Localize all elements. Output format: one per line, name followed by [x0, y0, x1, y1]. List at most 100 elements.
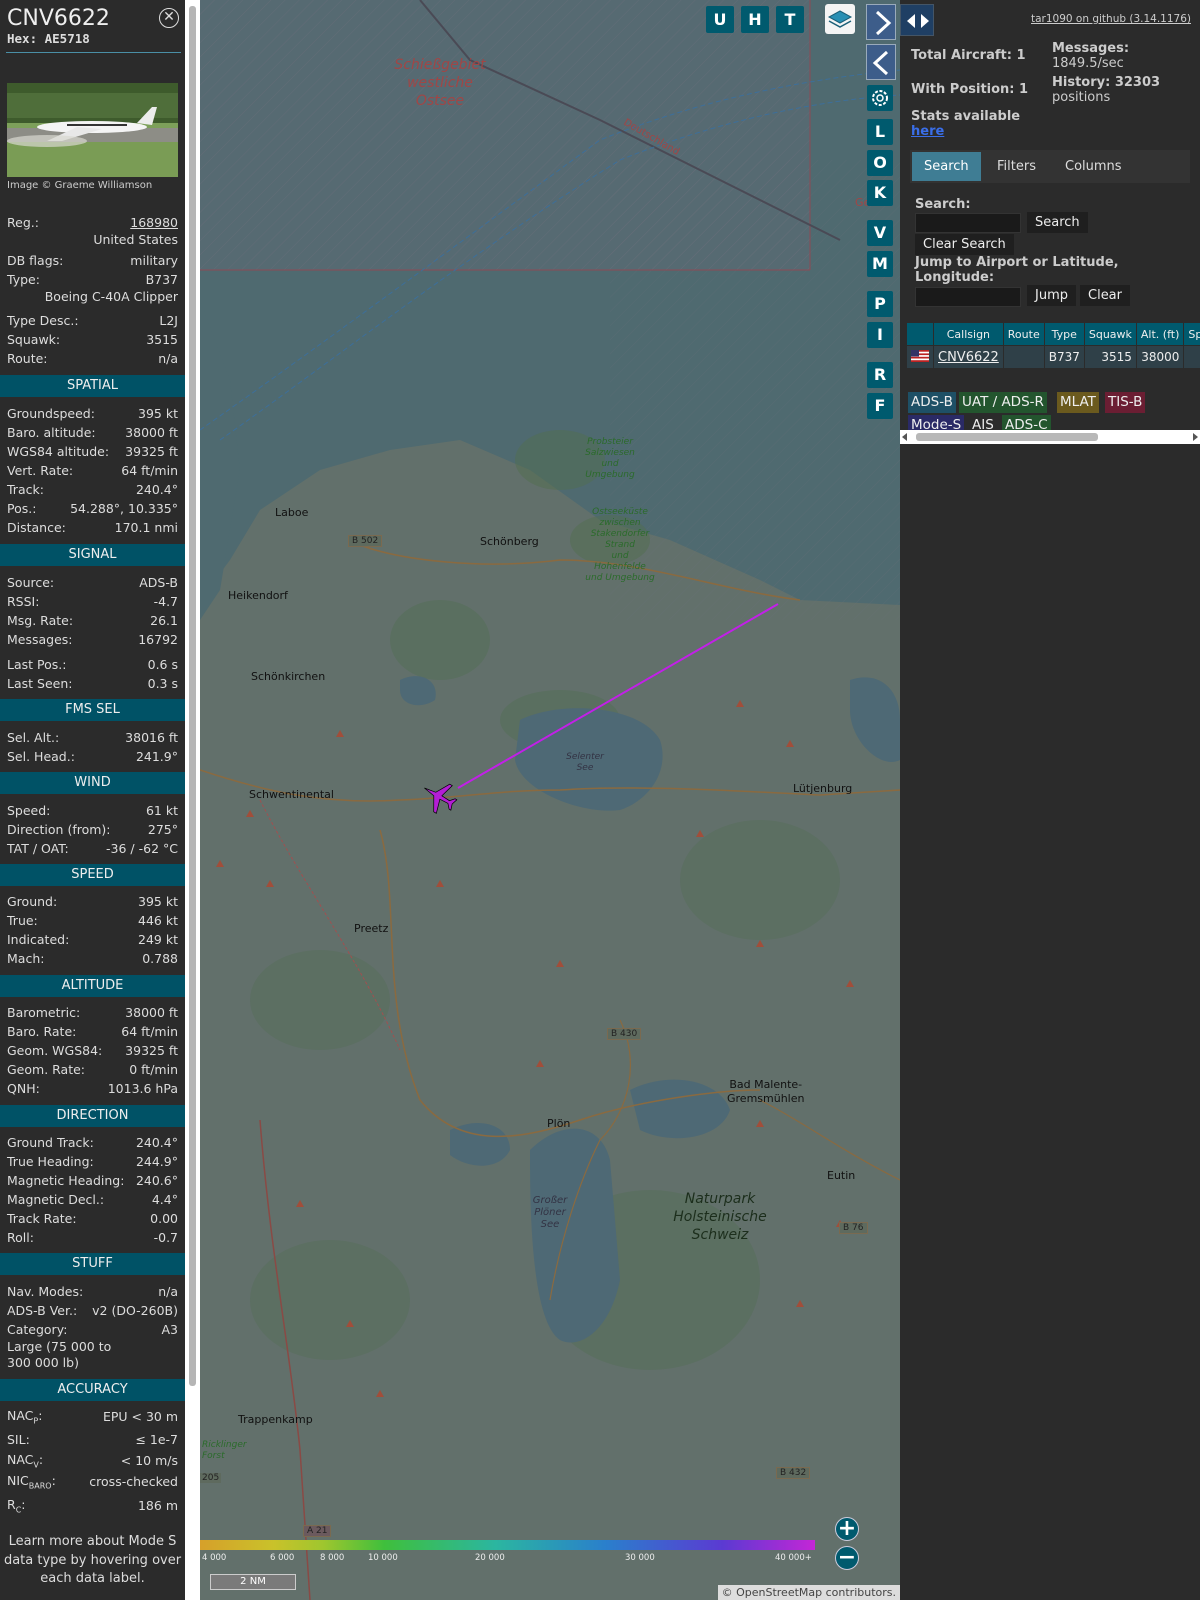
settings-gear-icon[interactable] — [867, 85, 893, 111]
wind-label: Direction (from): — [7, 822, 111, 837]
search-input[interactable] — [915, 213, 1021, 233]
toggle-t-button[interactable]: T — [776, 6, 804, 33]
photo-credit: Image © Graeme Williamson — [7, 180, 153, 191]
expand-right-icon[interactable] — [866, 4, 896, 40]
table-row[interactable]: CNV6622 B737 3515 38000 — [906, 345, 1200, 369]
route-label: Route: — [7, 351, 48, 366]
map-attribution[interactable]: © OpenStreetMap contributors. — [717, 1585, 900, 1600]
altitude-value: 38000 ft — [125, 1005, 178, 1020]
spatial-label: Groundspeed: — [7, 406, 95, 421]
toggle-k-button[interactable]: K — [867, 180, 893, 206]
signal-value: 0.3 s — [147, 676, 178, 691]
direction-label: Magnetic Decl.: — [7, 1192, 105, 1207]
direction-label: Roll: — [7, 1230, 34, 1245]
toggle-h-button[interactable]: H — [741, 6, 769, 33]
col-speed[interactable]: Sp — [1183, 322, 1200, 346]
close-icon[interactable]: ✕ — [159, 8, 179, 28]
spatial-label: WGS84 altitude: — [7, 444, 110, 459]
table-hscroll-thumb[interactable] — [916, 433, 1098, 441]
altitude-row: QNH: 1013.6 hPa — [7, 1079, 178, 1098]
toggle-i-button[interactable]: I — [867, 322, 893, 348]
lake-selenter: Selenter See — [566, 752, 604, 773]
sidebar-scrollbar[interactable] — [185, 0, 200, 1600]
direction-value: 244.9° — [135, 1154, 178, 1169]
road-b430: B 430 — [607, 1028, 642, 1040]
spatial-value: 170.1 nmi — [114, 520, 178, 535]
direction-row: Magnetic Heading: 240.6° — [7, 1171, 178, 1190]
signal-value: 16792 — [138, 632, 178, 647]
direction-label: Magnetic Heading: — [7, 1173, 125, 1188]
stuff-label: Nav. Modes: — [7, 1284, 84, 1299]
col-squawk[interactable]: Squawk — [1083, 322, 1137, 346]
town-trappenkamp: Trappenkamp — [238, 1413, 313, 1426]
rc-value: 186 m — [137, 1498, 178, 1513]
direction-row: Roll: -0.7 — [7, 1228, 178, 1247]
toggle-u-button[interactable]: U — [706, 6, 734, 33]
category-desc: Large (75 000 to 300 000 lb) — [7, 1339, 112, 1370]
toggle-l-button[interactable]: L — [867, 119, 893, 145]
jump-input[interactable] — [915, 287, 1021, 307]
reg-link[interactable]: 168980 — [130, 215, 178, 230]
aircraft-photo[interactable] — [7, 83, 178, 177]
speed-label: Mach: — [7, 951, 45, 966]
badge-adsb: ADS-B — [908, 392, 956, 413]
col-type[interactable]: Type — [1043, 322, 1085, 346]
zoom-in-button[interactable]: + — [835, 1517, 859, 1541]
row-callsign[interactable]: CNV6622 — [933, 345, 1004, 369]
speed-row: Ground: 395 kt — [7, 892, 178, 911]
messages-label: Messages: — [1052, 41, 1130, 56]
collapse-left-icon[interactable] — [866, 44, 896, 80]
aircraft-table: Callsign Route Type Squawk Alt. (ft) Sp … — [906, 322, 1200, 369]
aircraft-info-sidebar: CNV6622 Hex: AE5718 ✕ Image © Graeme Wil… — [0, 0, 185, 1600]
map-view[interactable]: Schießgebiet westliche Ostsee Deutschland … — [200, 0, 900, 1600]
tab-filters[interactable]: Filters — [985, 152, 1048, 181]
us-flag-icon — [906, 345, 934, 369]
col-flag[interactable] — [906, 322, 934, 346]
rc-label: RC: — [7, 1496, 26, 1515]
toggle-o-button[interactable]: O — [867, 150, 893, 176]
direction-value: 240.4° — [135, 1135, 178, 1150]
spatial-row: Groundspeed: 395 kt — [7, 404, 178, 423]
toggle-p-button[interactable]: P — [867, 291, 893, 317]
clear-search-button[interactable]: Clear Search — [915, 234, 1014, 255]
toggle-f-button[interactable]: F — [867, 393, 893, 419]
signal-row: Msg. Rate: 26.1 — [7, 611, 178, 630]
signal-value: -4.7 — [153, 594, 178, 609]
layers-icon[interactable] — [825, 4, 855, 34]
spatial-row: Track: 240.4° — [7, 480, 178, 499]
toggle-panel-arrows-icon[interactable] — [900, 4, 934, 36]
direction-row: Magnetic Decl.: 4.4° — [7, 1190, 178, 1209]
col-route[interactable]: Route — [1002, 322, 1045, 346]
tab-search[interactable]: Search — [912, 152, 981, 181]
spatial-value: 54.288°, 10.335° — [70, 501, 178, 516]
history-label: History: 32303 — [1052, 75, 1161, 90]
scrollbar-thumb[interactable] — [189, 6, 196, 1386]
col-altitude[interactable]: Alt. (ft) — [1135, 322, 1185, 346]
stuff-value: n/a — [158, 1284, 178, 1299]
search-button[interactable]: Search — [1027, 212, 1088, 233]
col-callsign[interactable]: Callsign — [933, 322, 1004, 346]
stuff-label: ADS-B Ver.: — [7, 1303, 78, 1318]
toggle-r-button[interactable]: R — [867, 362, 893, 388]
altitude-color-scale — [200, 1540, 815, 1550]
clear-jump-button[interactable]: Clear — [1080, 285, 1130, 306]
jump-button[interactable]: Jump — [1027, 285, 1076, 306]
stats-link[interactable]: here — [911, 124, 944, 139]
github-link[interactable]: tar1090 on github (3.14.1176) — [1031, 13, 1191, 25]
signal-label: Last Seen: — [7, 676, 73, 691]
nature-reserve-probsteier: Probsteier Salzwiesen und Umgebung — [585, 437, 635, 480]
section-spatial: SPATIAL — [0, 375, 185, 397]
altitude-row: Geom. Rate: 0 ft/min — [7, 1060, 178, 1079]
table-hscrollbar[interactable] — [900, 430, 1200, 444]
nacp-label: NACP: — [7, 1407, 43, 1426]
altitude-row: Baro. Rate: 64 ft/min — [7, 1022, 178, 1041]
zoom-out-button[interactable]: − — [835, 1546, 859, 1570]
section-stuff: STUFF — [0, 1253, 185, 1275]
town-eutin: Eutin — [827, 1169, 856, 1182]
stats-label: Stats available — [911, 109, 1021, 124]
tab-columns[interactable]: Columns — [1053, 152, 1134, 181]
toggle-m-button[interactable]: M — [867, 251, 893, 277]
speed-row: True: 446 kt — [7, 911, 178, 930]
nature-reserve-ostseekueste: Ostseeküste zwischen Stakendorfer Strand und… — [585, 507, 655, 583]
toggle-v-button[interactable]: V — [867, 220, 893, 246]
